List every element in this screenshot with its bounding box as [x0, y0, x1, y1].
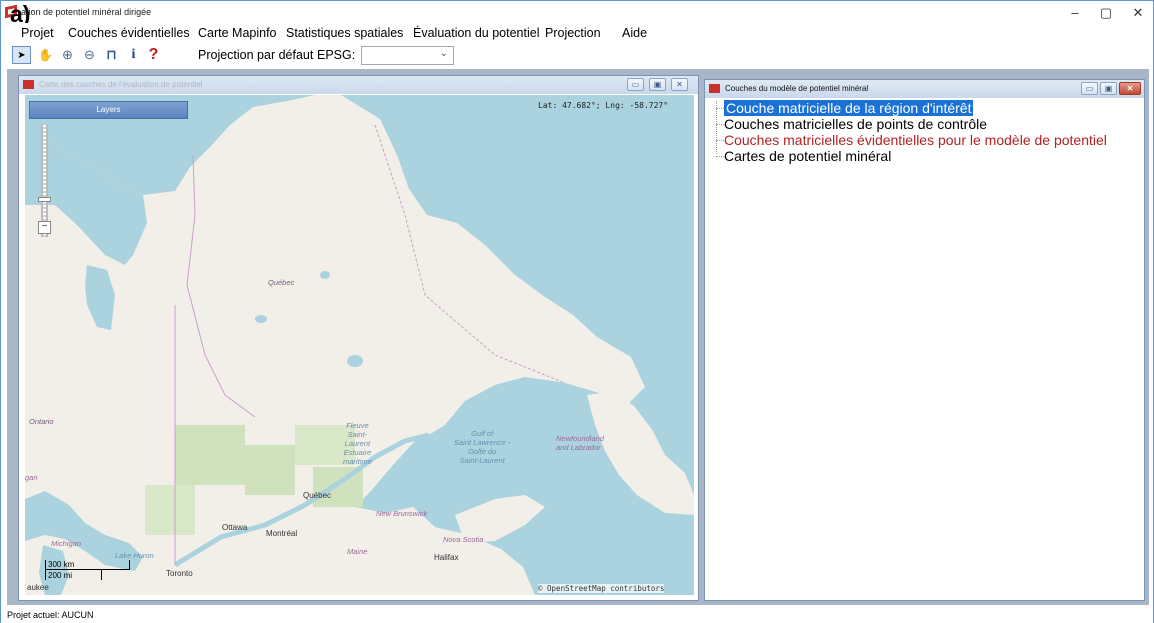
- toolbar: ➤ ✋ ⊕ ⊖ ⊓ i ? Projection par défaut EPSG…: [1, 43, 1153, 67]
- basemap: [25, 95, 694, 595]
- map-label-nova-scotia: Nova Scotia: [443, 535, 484, 544]
- help-tool-button[interactable]: ?: [144, 46, 163, 64]
- zoom-in-icon: ⊕: [62, 47, 73, 62]
- layer-window-restore-button[interactable]: ▣: [1100, 82, 1117, 95]
- forest-patch: [245, 445, 295, 495]
- tree-item-cartes-potentiel[interactable]: Cartes de potentiel minéral: [724, 148, 891, 164]
- help-icon: ?: [148, 46, 159, 63]
- layer-tree: Couche matricielle de la région d'intérê…: [713, 98, 1138, 593]
- layers-button[interactable]: Layers: [29, 101, 188, 119]
- info-tool-button[interactable]: i: [124, 46, 143, 64]
- forest-patch: [175, 425, 245, 485]
- map-label-montreal: Montréal: [266, 529, 298, 538]
- scale-bar: 300 km 200 mi: [35, 560, 135, 582]
- map-window: Carte des couches de l'évaluation de pot…: [18, 75, 699, 601]
- layer-window-title-bar[interactable]: Couches du modèle de potentiel minéral ▭…: [705, 80, 1144, 98]
- maximize-button[interactable]: ▢: [1091, 4, 1121, 22]
- layer-window-logo-icon: [709, 84, 720, 93]
- app-window: ation de potentiel minéral dirigée a) – …: [0, 0, 1154, 623]
- scale-mi-label: 200 mi: [48, 571, 73, 580]
- map-window-restore-button[interactable]: ▣: [649, 78, 666, 91]
- coordinate-readout: Lat: 47.682°; Lng: -58.727°: [538, 101, 669, 110]
- map-label-michigan: Michigan: [51, 539, 82, 548]
- lake: [347, 355, 363, 367]
- map-label-new-brunswick: New Brunswick: [376, 509, 428, 518]
- menu-bar: Projet Couches évidentielles Carte Mapin…: [1, 23, 1153, 43]
- tree-item-evidentielles[interactable]: Couches matricielles évidentielles pour …: [724, 132, 1107, 148]
- epsg-dropdown[interactable]: ⌄: [361, 46, 454, 65]
- window-title: ation de potentiel minéral dirigée: [21, 7, 152, 17]
- lake: [255, 315, 267, 323]
- map-canvas[interactable]: Layers Lat: 47.682°; Lng: -58.727° − Qué…: [25, 95, 694, 595]
- map-label-toronto: Toronto: [166, 569, 193, 578]
- map-label-lake-huron: Lake Huron: [115, 551, 154, 560]
- map-label-gulf: Gulf of Saint Lawrence - Golfe du Saint-…: [454, 429, 511, 465]
- tree-item-region-interet[interactable]: Couche matricielle de la région d'intérê…: [724, 100, 974, 116]
- layer-window-close-button[interactable]: ✕: [1119, 82, 1141, 95]
- tree-item-points-controle[interactable]: Couches matricielles de points de contrô…: [724, 116, 987, 132]
- epsg-label: EPSG:: [317, 48, 356, 62]
- lake: [320, 271, 330, 279]
- map-label-newfoundland: Newfoundland and Labrador: [556, 434, 604, 452]
- close-button[interactable]: ✕: [1123, 4, 1153, 22]
- menu-statistiques-spatiales[interactable]: Statistiques spatiales: [286, 26, 403, 40]
- land-mainland: [25, 95, 645, 595]
- map-window-title-bar[interactable]: Carte des couches de l'évaluation de pot…: [19, 76, 698, 94]
- mdi-workspace: Carte des couches de l'évaluation de pot…: [7, 69, 1149, 605]
- tree-connector: [716, 156, 724, 157]
- scale-km-label: 300 km: [48, 560, 75, 569]
- map-label-fleuve: Fleuve Saint- Laurent Estuaire maritime: [343, 421, 372, 466]
- forest-patch: [145, 485, 195, 535]
- map-label-milwaukee: aukee: [27, 583, 49, 592]
- layer-window-minimize-button[interactable]: ▭: [1081, 82, 1098, 95]
- minimize-button[interactable]: –: [1060, 4, 1090, 22]
- zoom-out-button[interactable]: −: [38, 221, 51, 234]
- map-label-ontario: Ontario: [29, 417, 54, 426]
- layer-window-title: Couches du modèle de potentiel minéral: [725, 84, 869, 93]
- zoom-out-icon: ⊖: [84, 47, 95, 62]
- title-bar[interactable]: ation de potentiel minéral dirigée a) – …: [1, 1, 1153, 27]
- map-label-quebec-region: Québec: [268, 278, 295, 287]
- projection-label: Projection par défaut: [198, 48, 314, 62]
- map-window-minimize-button[interactable]: ▭: [627, 78, 644, 91]
- zoom-out-tool-button[interactable]: ⊖: [80, 46, 99, 64]
- table-tool-button[interactable]: ⊓: [102, 46, 121, 64]
- menu-projet[interactable]: Projet: [21, 26, 54, 40]
- map-label-quebec-city: Québec: [303, 491, 332, 500]
- status-text: Projet actuel: AUCUN: [7, 610, 94, 620]
- menu-aide[interactable]: Aide: [622, 26, 647, 40]
- pan-tool-button[interactable]: ✋: [36, 46, 55, 64]
- tree-connector: [716, 140, 724, 141]
- table-icon: ⊓: [106, 47, 117, 62]
- pan-hand-icon: ✋: [38, 48, 53, 62]
- map-label-ottawa: Ottawa: [222, 523, 248, 532]
- status-bar: Projet actuel: AUCUN: [1, 607, 1153, 623]
- map-label-halifax: Halifax: [434, 553, 459, 562]
- map-label-maine: Maine: [347, 547, 368, 556]
- map-label-fragment: gan: [25, 473, 38, 482]
- menu-projection[interactable]: Projection: [545, 26, 601, 40]
- map-window-logo-icon: [23, 80, 34, 89]
- pointer-icon: ➤: [17, 49, 26, 61]
- land-newfoundland: [587, 391, 694, 515]
- map-attribution[interactable]: © OpenStreetMap contributors: [538, 584, 665, 593]
- zoom-slider-handle[interactable]: [38, 197, 51, 202]
- menu-carte-mapinfo[interactable]: Carte Mapinfo: [198, 26, 277, 40]
- layer-tree-window: Couches du modèle de potentiel minéral ▭…: [704, 79, 1145, 601]
- map-window-close-button[interactable]: ✕: [671, 78, 688, 91]
- menu-couches-evidentielles[interactable]: Couches évidentielles: [68, 26, 190, 40]
- chevron-down-icon: ⌄: [439, 48, 448, 59]
- map-window-title: Carte des couches de l'évaluation de pot…: [39, 80, 203, 89]
- pointer-tool-button[interactable]: ➤: [12, 46, 31, 64]
- zoom-in-tool-button[interactable]: ⊕: [58, 46, 77, 64]
- tree-connector: [716, 108, 724, 109]
- info-icon: i: [131, 47, 136, 62]
- tree-connector: [716, 124, 724, 125]
- menu-evaluation-potentiel[interactable]: Évaluation du potentiel: [413, 26, 539, 40]
